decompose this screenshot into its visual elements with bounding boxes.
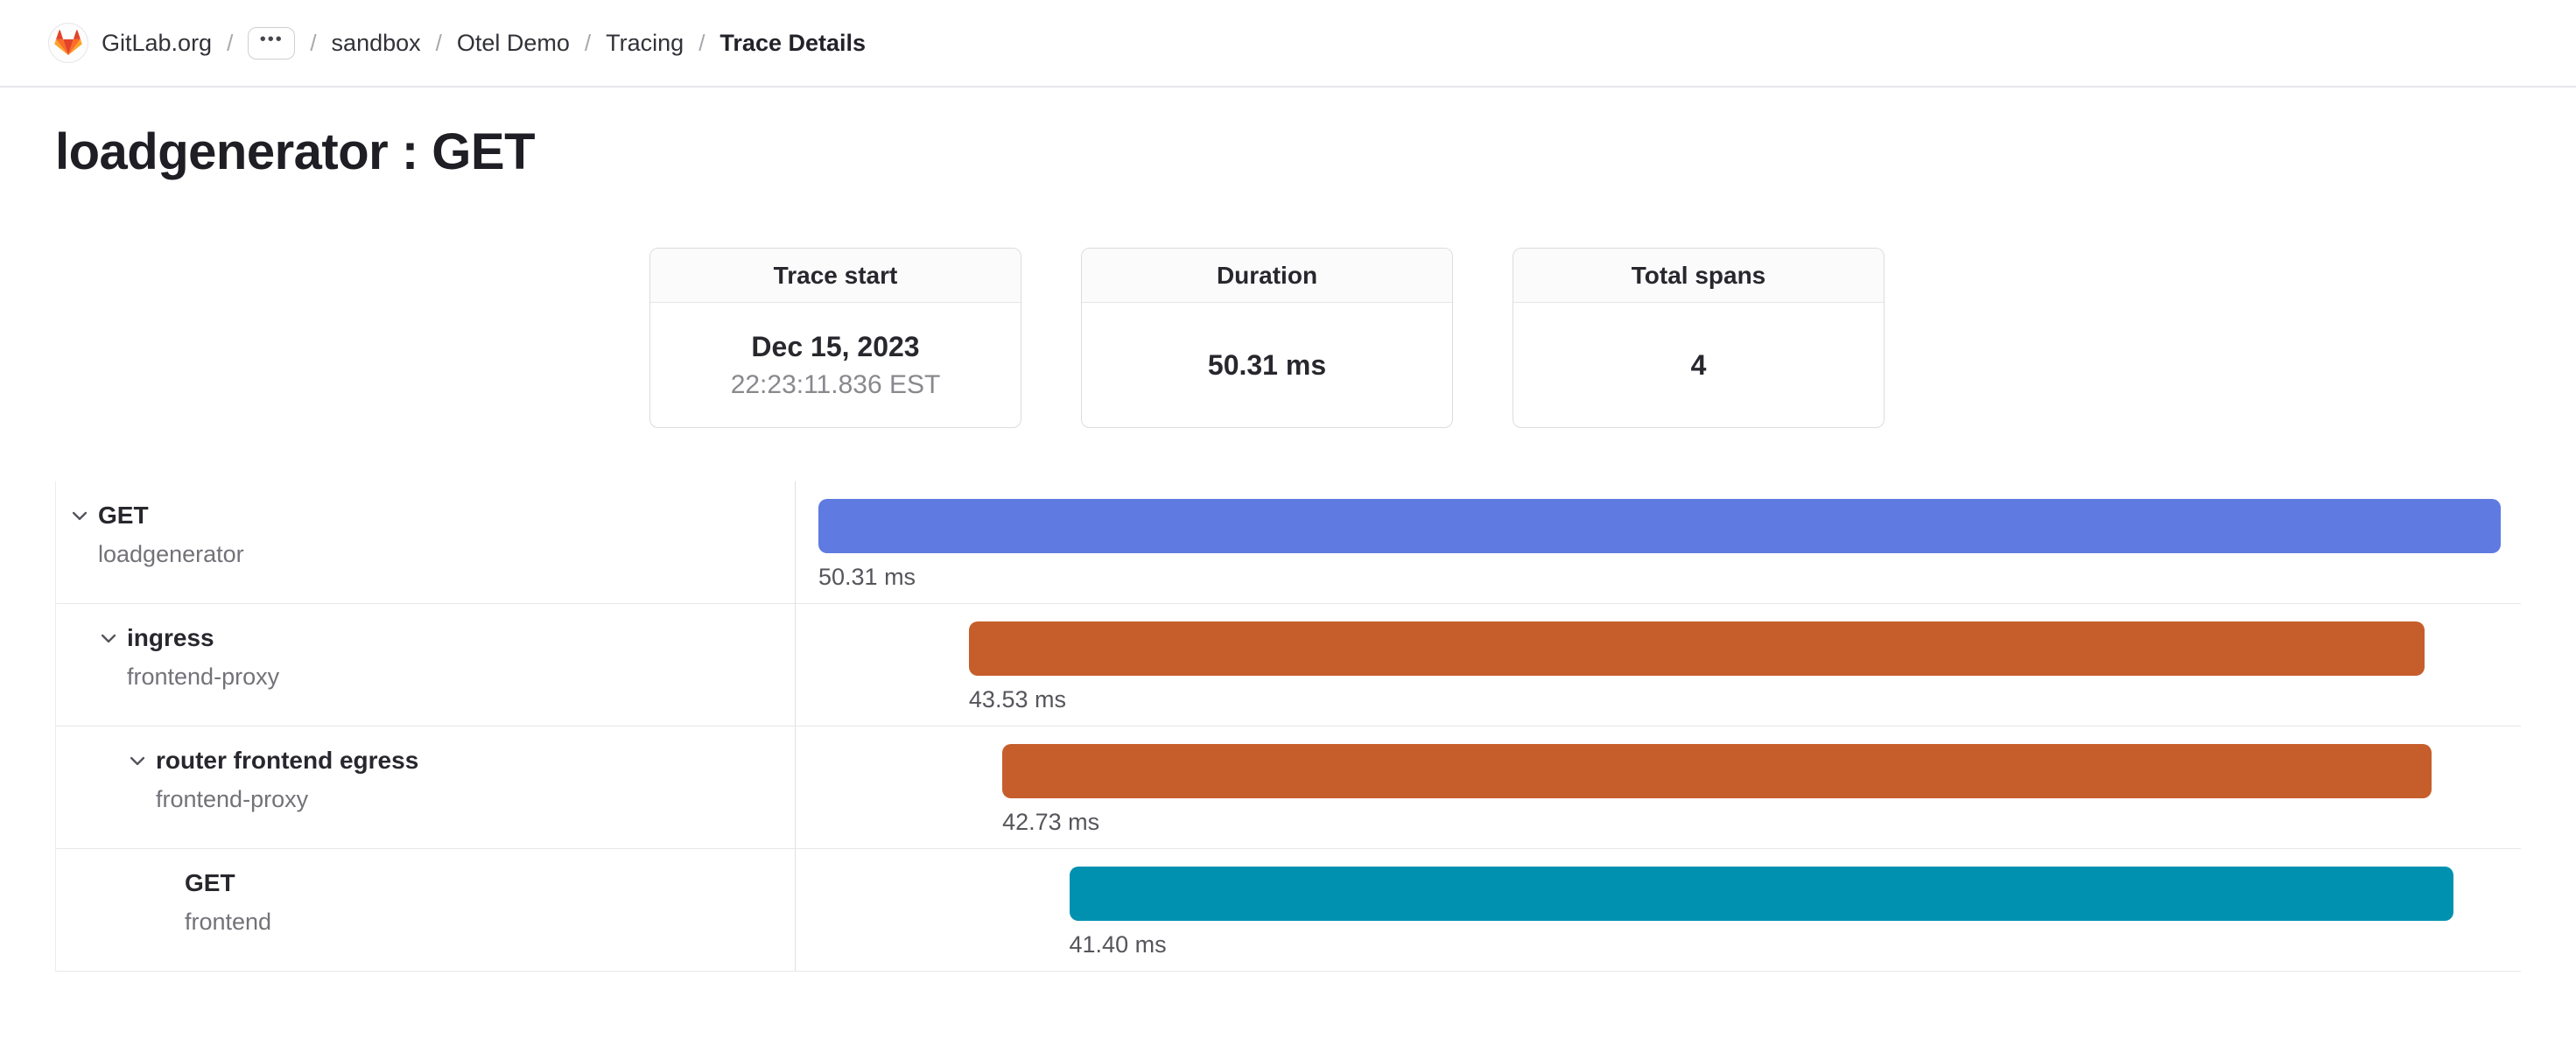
card-subvalue: 22:23:11.836 EST: [731, 370, 941, 400]
breadcrumb-item-trace-details: Trace Details: [719, 30, 866, 57]
breadcrumb-item-sandbox[interactable]: sandbox: [332, 30, 421, 57]
total-spans-card: Total spans 4: [1513, 248, 1885, 428]
span-timeline-cell: 43.53 ms: [795, 604, 2521, 726]
breadcrumb-separator: /: [225, 30, 235, 57]
span-tree-cell: GET frontend: [56, 849, 795, 971]
gitlab-logo-icon: [48, 23, 88, 63]
span-service-label: frontend: [185, 908, 271, 937]
span-operation-label: router frontend egress: [156, 746, 418, 776]
span-tree-cell: ingress frontend-proxy: [56, 604, 795, 726]
breadcrumb-ellipsis-button[interactable]: •••: [248, 27, 295, 60]
card-value: Dec 15, 2023: [751, 331, 919, 363]
span-service-label: frontend-proxy: [156, 785, 418, 814]
span-duration-bar[interactable]: [1070, 867, 2454, 921]
chevron-down-icon[interactable]: [127, 746, 148, 776]
tree-indent: [56, 623, 98, 624]
page-title: loadgenerator : GET: [55, 121, 2576, 184]
span-row[interactable]: GET loadgenerator 50.31 ms: [56, 481, 2521, 604]
breadcrumb-item-project[interactable]: GitLab.org: [102, 30, 212, 57]
span-duration-label: 42.73 ms: [1002, 808, 1099, 836]
span-timeline-cell: 42.73 ms: [795, 727, 2521, 848]
trace-summary-cards: Trace start Dec 15, 2023 22:23:11.836 ES…: [649, 248, 1885, 428]
chevron-down-icon[interactable]: [69, 501, 90, 530]
span-duration-label: 43.53 ms: [969, 685, 1066, 713]
top-navigation-bar: GitLab.org / ••• / sandbox / Otel Demo /…: [0, 0, 2576, 88]
tree-indent: [56, 868, 156, 869]
trace-start-card: Trace start Dec 15, 2023 22:23:11.836 ES…: [649, 248, 1021, 428]
card-value: 4: [1691, 349, 1707, 382]
span-operation-label: ingress: [127, 623, 279, 653]
breadcrumb-separator: /: [697, 30, 706, 57]
span-row[interactable]: ingress frontend-proxy 43.53 ms: [56, 604, 2521, 727]
card-label: Total spans: [1513, 249, 1884, 303]
span-duration-label: 50.31 ms: [818, 563, 916, 591]
span-timeline-cell: 41.40 ms: [795, 849, 2521, 971]
chevron-down-icon[interactable]: [98, 623, 119, 653]
card-value: 50.31 ms: [1208, 349, 1326, 382]
breadcrumb-separator: /: [583, 30, 593, 57]
span-timeline-cell: 50.31 ms: [795, 481, 2521, 603]
span-duration-label: 41.40 ms: [1070, 930, 1167, 958]
span-duration-bar[interactable]: [969, 621, 2425, 676]
card-label: Trace start: [650, 249, 1021, 303]
card-label: Duration: [1082, 249, 1452, 303]
breadcrumb-separator: /: [308, 30, 318, 57]
span-service-label: frontend-proxy: [127, 663, 279, 691]
breadcrumb-item-otel-demo[interactable]: Otel Demo: [457, 30, 570, 57]
span-operation-label: GET: [98, 501, 244, 530]
breadcrumb-item-tracing[interactable]: Tracing: [606, 30, 684, 57]
duration-card: Duration 50.31 ms: [1081, 248, 1453, 428]
span-service-label: loadgenerator: [98, 540, 244, 569]
span-tree-cell: GET loadgenerator: [56, 481, 795, 603]
span-duration-bar[interactable]: [818, 499, 2501, 553]
tree-indent: [56, 746, 127, 747]
span-row[interactable]: router frontend egress frontend-proxy 42…: [56, 727, 2521, 849]
span-duration-bar[interactable]: [1002, 744, 2431, 798]
span-tree-cell: router frontend egress frontend-proxy: [56, 727, 795, 848]
breadcrumb-separator: /: [434, 30, 444, 57]
span-operation-label: GET: [185, 868, 271, 898]
span-row[interactable]: GET frontend 41.40 ms: [56, 849, 2521, 972]
breadcrumb: GitLab.org / ••• / sandbox / Otel Demo /…: [48, 23, 866, 63]
span-waterfall: GET loadgenerator 50.31 ms ingress front…: [55, 481, 2521, 972]
tree-indent: [56, 501, 69, 502]
